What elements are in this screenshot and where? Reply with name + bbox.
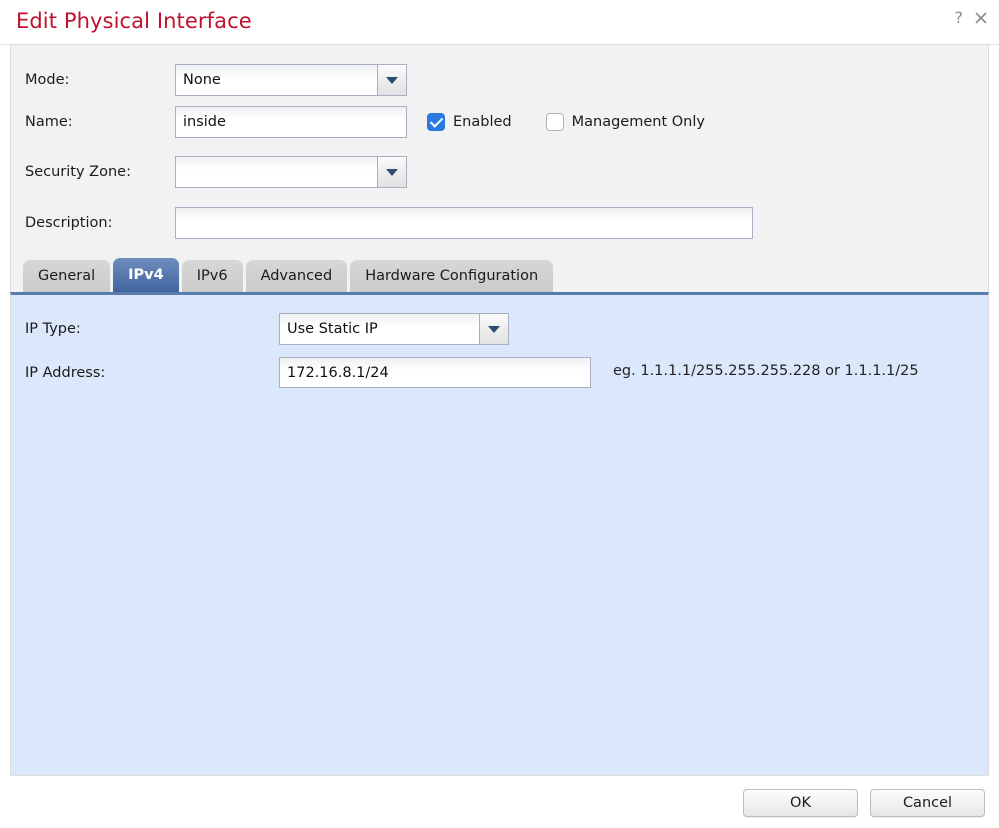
- cancel-button[interactable]: Cancel: [870, 789, 985, 817]
- ipv4-tab-panel: IP Type: Use Static IP IP Address: eg. 1…: [10, 292, 989, 776]
- dialog-titlebar: Edit Physical Interface ?: [0, 0, 999, 45]
- security-zone-select-arrow-button[interactable]: [377, 156, 407, 188]
- dialog-title: Edit Physical Interface: [16, 9, 252, 33]
- security-zone-row: Security Zone:: [25, 156, 407, 188]
- ip-type-select-arrow-button[interactable]: [479, 313, 509, 345]
- enabled-checkbox-label: Enabled: [453, 114, 512, 130]
- mode-select[interactable]: None: [175, 64, 407, 96]
- management-only-checkbox[interactable]: Management Only: [545, 113, 705, 131]
- name-row: Name: Enabled Management Only: [25, 106, 705, 138]
- tab-ipv6[interactable]: IPv6: [181, 260, 243, 292]
- security-zone-select[interactable]: [175, 156, 407, 188]
- chevron-down-icon: [386, 76, 398, 84]
- mode-row: Mode: None: [25, 64, 407, 96]
- chevron-down-icon: [488, 325, 500, 333]
- ip-address-row: IP Address:: [25, 357, 591, 388]
- close-icon[interactable]: [974, 11, 988, 25]
- ip-type-select-value: Use Static IP: [279, 313, 479, 345]
- chevron-down-icon: [386, 168, 398, 176]
- tab-advanced[interactable]: Advanced: [245, 260, 348, 292]
- tab-ipv4[interactable]: IPv4: [113, 258, 179, 292]
- mode-select-value: None: [175, 64, 377, 96]
- security-zone-label: Security Zone:: [25, 164, 131, 180]
- ok-button[interactable]: OK: [743, 789, 858, 817]
- description-row: Description:: [25, 207, 753, 239]
- titlebar-icon-group: ?: [955, 10, 989, 26]
- mode-select-arrow-button[interactable]: [377, 64, 407, 96]
- ip-address-hint: eg. 1.1.1.1/255.255.255.228 or 1.1.1.1/2…: [613, 363, 919, 379]
- name-input[interactable]: [175, 106, 407, 138]
- dialog-footer: OK Cancel: [0, 776, 999, 828]
- management-only-checkbox-label: Management Only: [571, 114, 705, 130]
- description-label: Description:: [25, 215, 113, 231]
- description-input[interactable]: [175, 207, 753, 239]
- checkbox-checked-icon: [427, 113, 445, 131]
- interface-properties-panel: Mode: None Name: Enabled Management Only: [10, 44, 989, 252]
- checkbox-unchecked-icon: [545, 113, 564, 131]
- tab-general[interactable]: General: [23, 260, 111, 292]
- mode-label: Mode:: [25, 72, 70, 88]
- ip-address-input[interactable]: [279, 357, 591, 388]
- ip-address-label: IP Address:: [25, 364, 106, 381]
- tab-bar: General IPv4 IPv6 Advanced Hardware Conf…: [10, 252, 989, 292]
- footer-button-group: OK Cancel: [743, 789, 985, 817]
- question-mark-icon[interactable]: ?: [955, 10, 964, 26]
- ip-type-row: IP Type: Use Static IP: [25, 313, 509, 345]
- name-label: Name:: [25, 114, 73, 130]
- tab-hardware-configuration[interactable]: Hardware Configuration: [350, 260, 554, 292]
- security-zone-select-value: [175, 156, 377, 188]
- ip-type-select[interactable]: Use Static IP: [279, 313, 509, 345]
- enabled-checkbox[interactable]: Enabled: [427, 113, 512, 131]
- ip-type-label: IP Type:: [25, 321, 81, 337]
- edit-physical-interface-dialog: Edit Physical Interface ? Mode: None Nam…: [0, 0, 999, 828]
